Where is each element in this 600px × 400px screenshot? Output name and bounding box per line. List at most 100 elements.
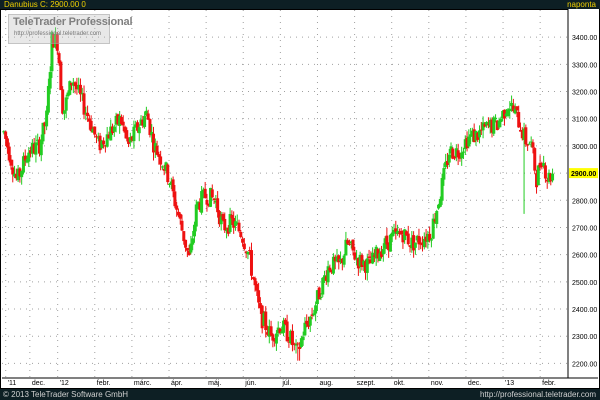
candle-body (301, 336, 305, 341)
candle-body (249, 250, 253, 276)
candle-body (494, 117, 498, 120)
candle-body (371, 252, 375, 264)
candle-body (417, 235, 421, 245)
candle-body (86, 112, 90, 116)
candle-body (171, 179, 175, 192)
footer-link[interactable]: http://professional.teletrader.com (480, 389, 596, 400)
x-tick-label: '12 (60, 380, 69, 387)
x-tick-label: júl. (281, 380, 291, 387)
candle-body (210, 189, 214, 198)
candle-body (121, 121, 125, 126)
candle-body (143, 116, 147, 128)
y-tick-label: 2700.00 (572, 225, 597, 232)
candle-body (308, 316, 312, 326)
candle-body (102, 140, 106, 145)
candle-body (399, 230, 403, 235)
candle-body (492, 117, 496, 134)
candle-body (346, 240, 350, 244)
candle-body (388, 234, 392, 252)
candle-body (517, 112, 521, 128)
candle-body (175, 205, 179, 210)
x-tick-label: márc. (134, 380, 152, 387)
candle-body (39, 140, 43, 156)
x-tick-label: nov. (431, 380, 444, 387)
candle-body (305, 320, 309, 324)
candles-layer (2, 27, 555, 361)
x-tick-label: szept. (357, 380, 376, 387)
candle-body (239, 232, 243, 237)
candle-body (61, 89, 65, 114)
candle-body (460, 152, 464, 159)
y-tick-label: 3000.00 (572, 144, 597, 151)
candle-body (527, 143, 531, 145)
candle-body (347, 243, 351, 245)
candle-body (4, 131, 8, 139)
candle-body (274, 333, 278, 344)
candle-body (45, 110, 49, 127)
candle-body (191, 238, 195, 245)
y-tick-label: 2300.00 (572, 334, 597, 341)
candle-body (166, 164, 170, 183)
candle-body (515, 106, 519, 111)
candle-body (298, 346, 302, 349)
candle-body (321, 277, 325, 295)
candle-body (212, 198, 216, 201)
x-tick-label: '13 (505, 380, 514, 387)
candle-body (431, 218, 435, 239)
candle-body (200, 191, 204, 213)
candle-body (246, 251, 250, 255)
candle-body (184, 239, 188, 248)
x-tick-label: máj. (208, 380, 221, 387)
y-tick-label: 3200.00 (572, 90, 597, 97)
candle-body (242, 243, 246, 250)
candle-body (467, 136, 471, 147)
axis-layer: 2200.00 2300.00 2400.00 2500.00 2600.00 2700.… (2, 9, 599, 387)
y-tick-label: 3300.00 (572, 62, 597, 69)
candle-body (180, 220, 184, 231)
candle-body (185, 248, 189, 251)
candle-body (160, 166, 164, 168)
candle-body (27, 152, 31, 162)
candle-body (312, 313, 316, 316)
candle-body (255, 284, 259, 291)
candle-body (524, 127, 528, 145)
x-tick-label: ápr. (171, 380, 183, 387)
candle-body (223, 218, 227, 231)
candle-body (508, 108, 512, 111)
teletrader-watermark: TeleTrader Professional http://professio… (8, 14, 133, 44)
x-tick-label: aug. (319, 380, 333, 387)
candle-body (319, 296, 323, 298)
candle-body (440, 177, 444, 201)
candle-body (478, 130, 482, 138)
candle-body (125, 130, 129, 139)
candle-body (146, 113, 150, 120)
candle-body (447, 154, 451, 163)
candle-body (381, 249, 385, 255)
x-tick-label: febr. (97, 380, 111, 387)
footer-bar: © 2013 TeleTrader Software GmbH http://p… (0, 389, 600, 400)
candle-body (203, 188, 207, 198)
candle-body (241, 238, 245, 243)
candle-body (303, 322, 307, 336)
candle-body (342, 255, 346, 265)
candle-body (271, 334, 275, 341)
candle-body (93, 126, 97, 135)
y-tick-label: 2400.00 (572, 307, 597, 314)
candle-body (285, 321, 289, 342)
candle-body (178, 213, 182, 219)
x-tick-label: dec. (32, 380, 45, 387)
y-tick-label: 3400.00 (572, 35, 597, 42)
candle-body (78, 84, 82, 95)
candle-body (543, 165, 547, 179)
x-tick-label: febr. (542, 380, 556, 387)
candle-body (112, 126, 116, 132)
candle-body (294, 344, 298, 346)
candle-body (536, 165, 540, 186)
watermark-brand: TeleTrader Professional (13, 16, 133, 28)
candle-body (453, 156, 457, 159)
x-tick-label: jún. (244, 380, 256, 387)
candle-body (442, 168, 446, 180)
candle-body (413, 242, 417, 248)
candle-body (314, 305, 318, 314)
candle-body (159, 156, 163, 165)
